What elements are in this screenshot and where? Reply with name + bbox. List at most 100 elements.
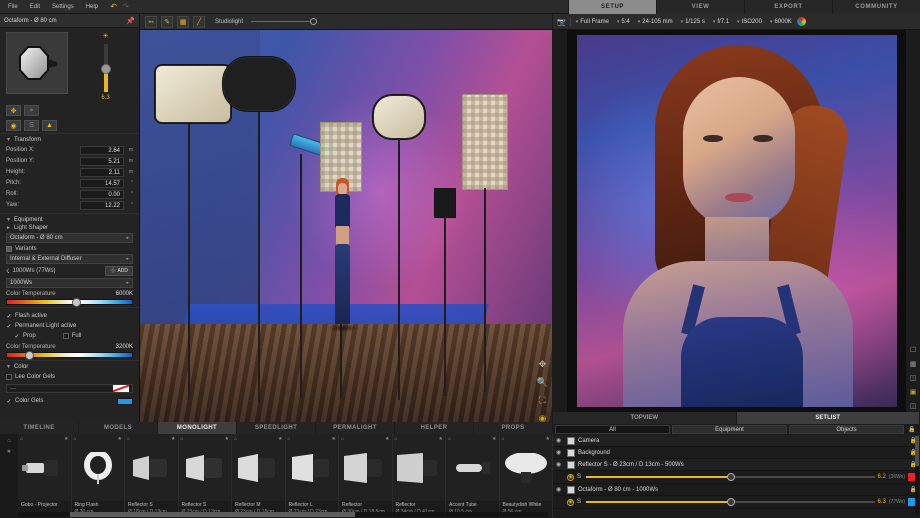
- color-temperature-slider[interactable]: [6, 298, 133, 307]
- tab-props[interactable]: PROPS: [474, 422, 553, 434]
- zoom-tool-icon[interactable]: 🔍: [537, 377, 548, 388]
- library-thumbnail[interactable]: ⌂★Reflector SØ 18cm / D 13cm: [125, 434, 179, 518]
- star-icon[interactable]: ★: [171, 436, 175, 442]
- scene-viewport[interactable]: ✥ 🔍 ⛶ ◉: [140, 30, 552, 434]
- home-icon[interactable]: ⌂: [234, 436, 237, 442]
- color-gels-checkbox[interactable]: ✓ Color Gels: [6, 396, 133, 406]
- camera-iso-select[interactable]: ▾ ISO200: [734, 16, 765, 27]
- tab-helper[interactable]: HELPER: [395, 422, 474, 434]
- slider-knob[interactable]: [727, 498, 736, 506]
- tab-view[interactable]: VIEW: [656, 0, 744, 14]
- menu-help[interactable]: Help: [80, 0, 104, 14]
- input-position-x[interactable]: 2.64: [80, 145, 124, 155]
- visibility-eye-icon[interactable]: ◉: [556, 486, 564, 493]
- tab-monolight[interactable]: MONOLIGHT: [158, 422, 237, 434]
- home-icon[interactable]: ⌂: [395, 436, 398, 442]
- layer-power-slider-row[interactable]: ◉ S 6.2 (36Ws): [553, 471, 920, 484]
- model-figure[interactable]: [326, 178, 360, 378]
- home-icon[interactable]: ⌂: [341, 436, 344, 442]
- move-tool-icon[interactable]: ✥: [539, 359, 547, 370]
- power-toggle-icon[interactable]: ◉: [567, 473, 574, 481]
- layer-row[interactable]: ◉ Reflector S - Ø 23cm / D 13cm - 500Ws 🔒: [553, 459, 920, 471]
- camera-shutter-select[interactable]: ▾ 1/125 s: [678, 16, 708, 27]
- move-icon[interactable]: ✥: [6, 105, 21, 116]
- variants-select[interactable]: Internal & External Diffuser ▸: [6, 254, 133, 264]
- library-thumbnail[interactable]: ⌂★Beautydish WhiteØ 56 cm: [499, 434, 553, 518]
- tab-topview[interactable]: TOPVIEW: [553, 412, 737, 424]
- visibility-eye-icon[interactable]: ◉: [556, 461, 564, 468]
- color-gels-swatch[interactable]: [117, 397, 133, 405]
- sync-icon[interactable]: S: [24, 120, 39, 131]
- color-temp-knob[interactable]: [72, 298, 81, 307]
- input-pitch[interactable]: 14.57: [80, 178, 124, 188]
- octabox-light-2[interactable]: [222, 56, 296, 112]
- star-icon[interactable]: ★: [278, 436, 282, 442]
- thumbnail-list[interactable]: ⌂★Gobo - Projector⌂★Ring FlashØ 30 cm⌂★R…: [18, 434, 553, 518]
- library-thumbnail[interactable]: ⌂★Accent TubeØ 10,5 cm: [446, 434, 500, 518]
- tab-setup[interactable]: SETUP: [568, 0, 656, 14]
- library-thumbnail[interactable]: ⌂★Reflector MØ 23cm / D 18cm: [232, 434, 286, 518]
- lee-gels-value-field[interactable]: ---: [6, 384, 133, 393]
- light-stand-1[interactable]: [188, 110, 190, 400]
- compare-icon[interactable]: ◫: [910, 402, 917, 410]
- softbox-light-3[interactable]: [372, 94, 426, 140]
- filter-objects[interactable]: Objects: [789, 425, 904, 434]
- camera-whitebalance-select[interactable]: ▾ 6000K: [767, 16, 795, 27]
- fullscreen-icon[interactable]: ⛶: [539, 395, 545, 406]
- redo-arrow-icon[interactable]: ↷: [120, 1, 131, 12]
- layer-row[interactable]: ◉ Camera 🔒: [553, 435, 920, 447]
- crop-icon[interactable]: ☐: [910, 346, 916, 354]
- color-section-title[interactable]: ▼ Color: [6, 364, 133, 372]
- octabox-light-1[interactable]: [154, 64, 232, 124]
- star-icon[interactable]: ★: [6, 448, 11, 455]
- undo-arrow-icon[interactable]: ↶: [108, 1, 119, 12]
- tab-setlist[interactable]: SETLIST: [736, 412, 920, 424]
- studiolight-slider-knob[interactable]: [310, 18, 318, 25]
- tripod-icon[interactable]: ▲: [42, 120, 57, 131]
- grid-icon[interactable]: ▦: [177, 15, 189, 28]
- lock-icon[interactable]: 🔒: [906, 426, 918, 433]
- menu-file[interactable]: File: [0, 0, 24, 14]
- library-thumbnail[interactable]: ⌂★ReflectorØ 34cm / D 41cm: [392, 434, 446, 518]
- star-icon[interactable]: ★: [118, 436, 122, 442]
- light-stand-2[interactable]: [258, 102, 260, 402]
- flash-color-temperature-slider[interactable]: [6, 351, 133, 360]
- setlist-scrollbar[interactable]: [915, 436, 919, 514]
- home-icon[interactable]: ⌂: [127, 436, 130, 442]
- scrollbar-thumb[interactable]: [70, 512, 355, 517]
- home-icon[interactable]: ⌂: [7, 438, 11, 444]
- visibility-eye-icon[interactable]: ◉: [556, 437, 564, 444]
- camera-lens-select[interactable]: ▾ 24-105 mm: [635, 16, 676, 27]
- equipment-section-title[interactable]: ▼ Equipment: [6, 217, 133, 225]
- scrollbar-thumb[interactable]: [915, 436, 919, 466]
- menu-edit[interactable]: Edit: [24, 0, 46, 14]
- home-icon[interactable]: ⌂: [288, 436, 291, 442]
- lee-color-gels-checkbox[interactable]: Lee Color Gels: [6, 372, 133, 382]
- prop-label[interactable]: Prop: [23, 333, 36, 339]
- grid4-icon[interactable]: ▦: [910, 360, 917, 368]
- home-icon[interactable]: ⌂: [448, 436, 451, 442]
- light-stand-3[interactable]: [300, 154, 302, 398]
- ruler-icon[interactable]: ╱: [193, 15, 205, 28]
- transform-section-title[interactable]: ▼ Transform: [6, 137, 133, 145]
- star-icon[interactable]: ★: [64, 436, 68, 442]
- input-height[interactable]: 2.11: [80, 167, 124, 177]
- camera-icon[interactable]: 📷: [557, 18, 566, 26]
- input-yaw[interactable]: 12.22: [80, 200, 124, 210]
- home-icon[interactable]: ⌂: [20, 436, 23, 442]
- ratio-icon[interactable]: ◫: [910, 374, 917, 382]
- input-roll[interactable]: 0.00: [80, 189, 124, 199]
- library-thumbnail[interactable]: ⌂★Ring FlashØ 30 cm: [71, 434, 125, 518]
- filter-equipment[interactable]: Equipment: [672, 425, 787, 434]
- home-icon[interactable]: ⌂: [502, 436, 505, 442]
- check-icon[interactable]: ✓: [14, 333, 20, 340]
- tab-timeline[interactable]: TIMELINE: [0, 422, 79, 434]
- star-icon[interactable]: ★: [332, 436, 336, 442]
- input-position-y[interactable]: 5.21: [80, 156, 124, 166]
- menu-settings[interactable]: Settings: [46, 0, 80, 14]
- full-checkbox[interactable]: [62, 333, 69, 339]
- power-slider[interactable]: [586, 498, 875, 506]
- chevron-right-icon[interactable]: ►: [6, 225, 11, 231]
- target-icon[interactable]: ⌖: [24, 105, 39, 116]
- add-generator-button[interactable]: ➕ ADD: [105, 266, 133, 276]
